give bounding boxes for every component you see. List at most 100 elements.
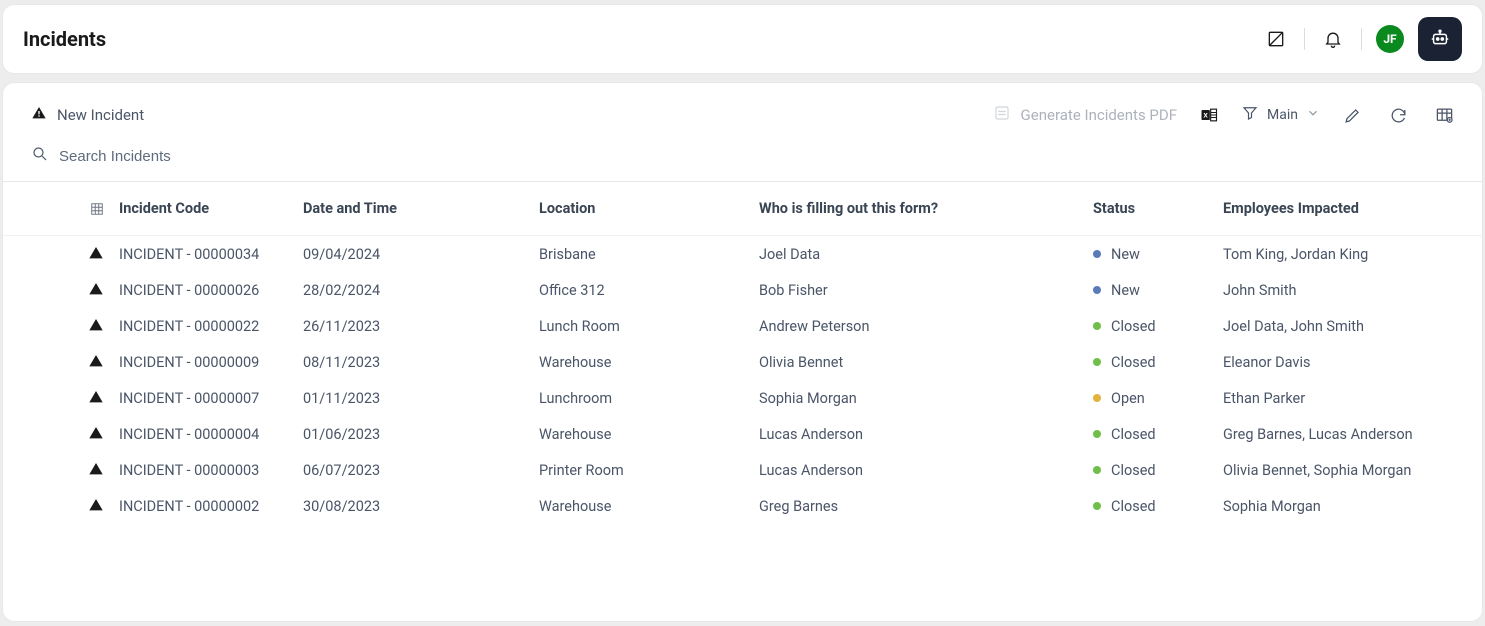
filter-label: Main (1267, 107, 1298, 123)
th-code[interactable]: Incident Code (119, 200, 303, 217)
cell-filler: Lucas Anderson (759, 462, 1093, 479)
cell-filler: Andrew Peterson (759, 318, 1093, 335)
export-excel-icon[interactable]: X (1195, 101, 1223, 129)
refresh-icon[interactable] (1384, 101, 1412, 129)
table-row[interactable]: INCIDENT - 00000007 01/11/2023 Lunchroom… (3, 380, 1482, 416)
cell-datetime: 01/11/2023 (303, 390, 539, 407)
cell-datetime: 08/11/2023 (303, 354, 539, 371)
cell-datetime: 09/04/2024 (303, 246, 539, 263)
incident-row-icon (88, 497, 106, 515)
cell-filler: Lucas Anderson (759, 426, 1093, 443)
table-settings-icon[interactable] (1430, 101, 1458, 129)
cell-filler: Joel Data (759, 246, 1093, 263)
status-text: New (1111, 282, 1140, 299)
incident-row-icon (88, 281, 106, 299)
cell-location: Lunchroom (539, 390, 759, 407)
incident-row-icon (88, 317, 106, 335)
search-icon (31, 145, 49, 167)
edit-icon[interactable] (1338, 101, 1366, 129)
status-text: Closed (1111, 426, 1156, 443)
grid-column-icon[interactable] (75, 202, 119, 216)
pdf-icon (993, 104, 1011, 126)
cell-impacted: Tom King, Jordan King (1223, 246, 1482, 263)
cell-status: Closed (1093, 462, 1223, 479)
cell-impacted: Ethan Parker (1223, 390, 1482, 407)
cell-location: Warehouse (539, 498, 759, 515)
incident-row-icon (88, 461, 106, 479)
cell-code: INCIDENT - 00000002 (119, 498, 303, 515)
table-row[interactable]: INCIDENT - 00000026 28/02/2024 Office 31… (3, 272, 1482, 308)
cell-code: INCIDENT - 00000034 (119, 246, 303, 263)
th-datetime[interactable]: Date and Time (303, 200, 539, 217)
th-status[interactable]: Status (1093, 200, 1223, 217)
cell-impacted: Olivia Bennet, Sophia Morgan (1223, 462, 1482, 479)
incident-row-icon (88, 245, 106, 263)
divider (1304, 28, 1305, 50)
cell-code: INCIDENT - 00000009 (119, 354, 303, 371)
cell-filler: Greg Barnes (759, 498, 1093, 515)
th-filler[interactable]: Who is filling out this form? (759, 200, 1093, 217)
status-dot-icon (1093, 286, 1101, 294)
cell-status: Closed (1093, 498, 1223, 515)
main-panel: New Incident Generate Incidents PDF X (2, 82, 1483, 622)
table-row[interactable]: INCIDENT - 00000004 01/06/2023 Warehouse… (3, 416, 1482, 452)
status-dot-icon (1093, 430, 1101, 438)
cell-filler: Bob Fisher (759, 282, 1093, 299)
cell-datetime: 30/08/2023 (303, 498, 539, 515)
status-dot-icon (1093, 322, 1101, 330)
cell-location: Warehouse (539, 354, 759, 371)
status-text: Open (1111, 390, 1145, 407)
cell-code: INCIDENT - 00000003 (119, 462, 303, 479)
table-row[interactable]: INCIDENT - 00000003 06/07/2023 Printer R… (3, 452, 1482, 488)
cell-status: Closed (1093, 354, 1223, 371)
divider (1361, 28, 1362, 50)
chevron-down-icon (1306, 106, 1320, 124)
cell-location: Brisbane (539, 246, 759, 263)
th-impacted[interactable]: Employees Impacted (1223, 200, 1482, 217)
filter-icon (1241, 104, 1259, 126)
cell-impacted: John Smith (1223, 282, 1482, 299)
cell-datetime: 06/07/2023 (303, 462, 539, 479)
table-row[interactable]: INCIDENT - 00000022 26/11/2023 Lunch Roo… (3, 308, 1482, 344)
cell-filler: Olivia Bennet (759, 354, 1093, 371)
incident-row-icon (88, 389, 106, 407)
cell-code: INCIDENT - 00000007 (119, 390, 303, 407)
cell-code: INCIDENT - 00000022 (119, 318, 303, 335)
cell-status: Closed (1093, 318, 1223, 335)
user-avatar[interactable]: JF (1376, 25, 1404, 53)
cell-location: Warehouse (539, 426, 759, 443)
notifications-icon[interactable] (1319, 25, 1347, 53)
table-header: Incident Code Date and Time Location Who… (3, 182, 1482, 236)
status-text: New (1111, 246, 1140, 263)
cell-impacted: Sophia Morgan (1223, 498, 1482, 515)
status-dot-icon (1093, 394, 1101, 402)
status-dot-icon (1093, 358, 1101, 366)
cell-filler: Sophia Morgan (759, 390, 1093, 407)
activity-icon[interactable] (1262, 25, 1290, 53)
cell-datetime: 28/02/2024 (303, 282, 539, 299)
table-row[interactable]: INCIDENT - 00000009 08/11/2023 Warehouse… (3, 344, 1482, 380)
cell-status: Closed (1093, 426, 1223, 443)
filter-dropdown[interactable]: Main (1241, 104, 1320, 126)
status-dot-icon (1093, 502, 1101, 510)
new-incident-button[interactable]: New Incident (31, 105, 144, 125)
status-dot-icon (1093, 466, 1101, 474)
status-text: Closed (1111, 354, 1156, 371)
cell-status: New (1093, 246, 1223, 263)
cell-location: Lunch Room (539, 318, 759, 335)
cell-datetime: 26/11/2023 (303, 318, 539, 335)
warning-triangle-icon (31, 105, 47, 125)
th-location[interactable]: Location (539, 200, 759, 217)
status-dot-icon (1093, 250, 1101, 258)
page-title: Incidents (23, 27, 106, 51)
cell-code: INCIDENT - 00000004 (119, 426, 303, 443)
search-input[interactable] (59, 148, 359, 165)
status-text: Closed (1111, 318, 1156, 335)
table-row[interactable]: INCIDENT - 00000034 09/04/2024 Brisbane … (3, 236, 1482, 272)
chatbot-button[interactable] (1418, 17, 1462, 61)
top-bar: Incidents JF (2, 4, 1483, 74)
incident-row-icon (88, 353, 106, 371)
generate-pdf-button[interactable]: Generate Incidents PDF (993, 104, 1177, 126)
incidents-table: Incident Code Date and Time Location Who… (3, 182, 1482, 524)
table-row[interactable]: INCIDENT - 00000002 30/08/2023 Warehouse… (3, 488, 1482, 524)
